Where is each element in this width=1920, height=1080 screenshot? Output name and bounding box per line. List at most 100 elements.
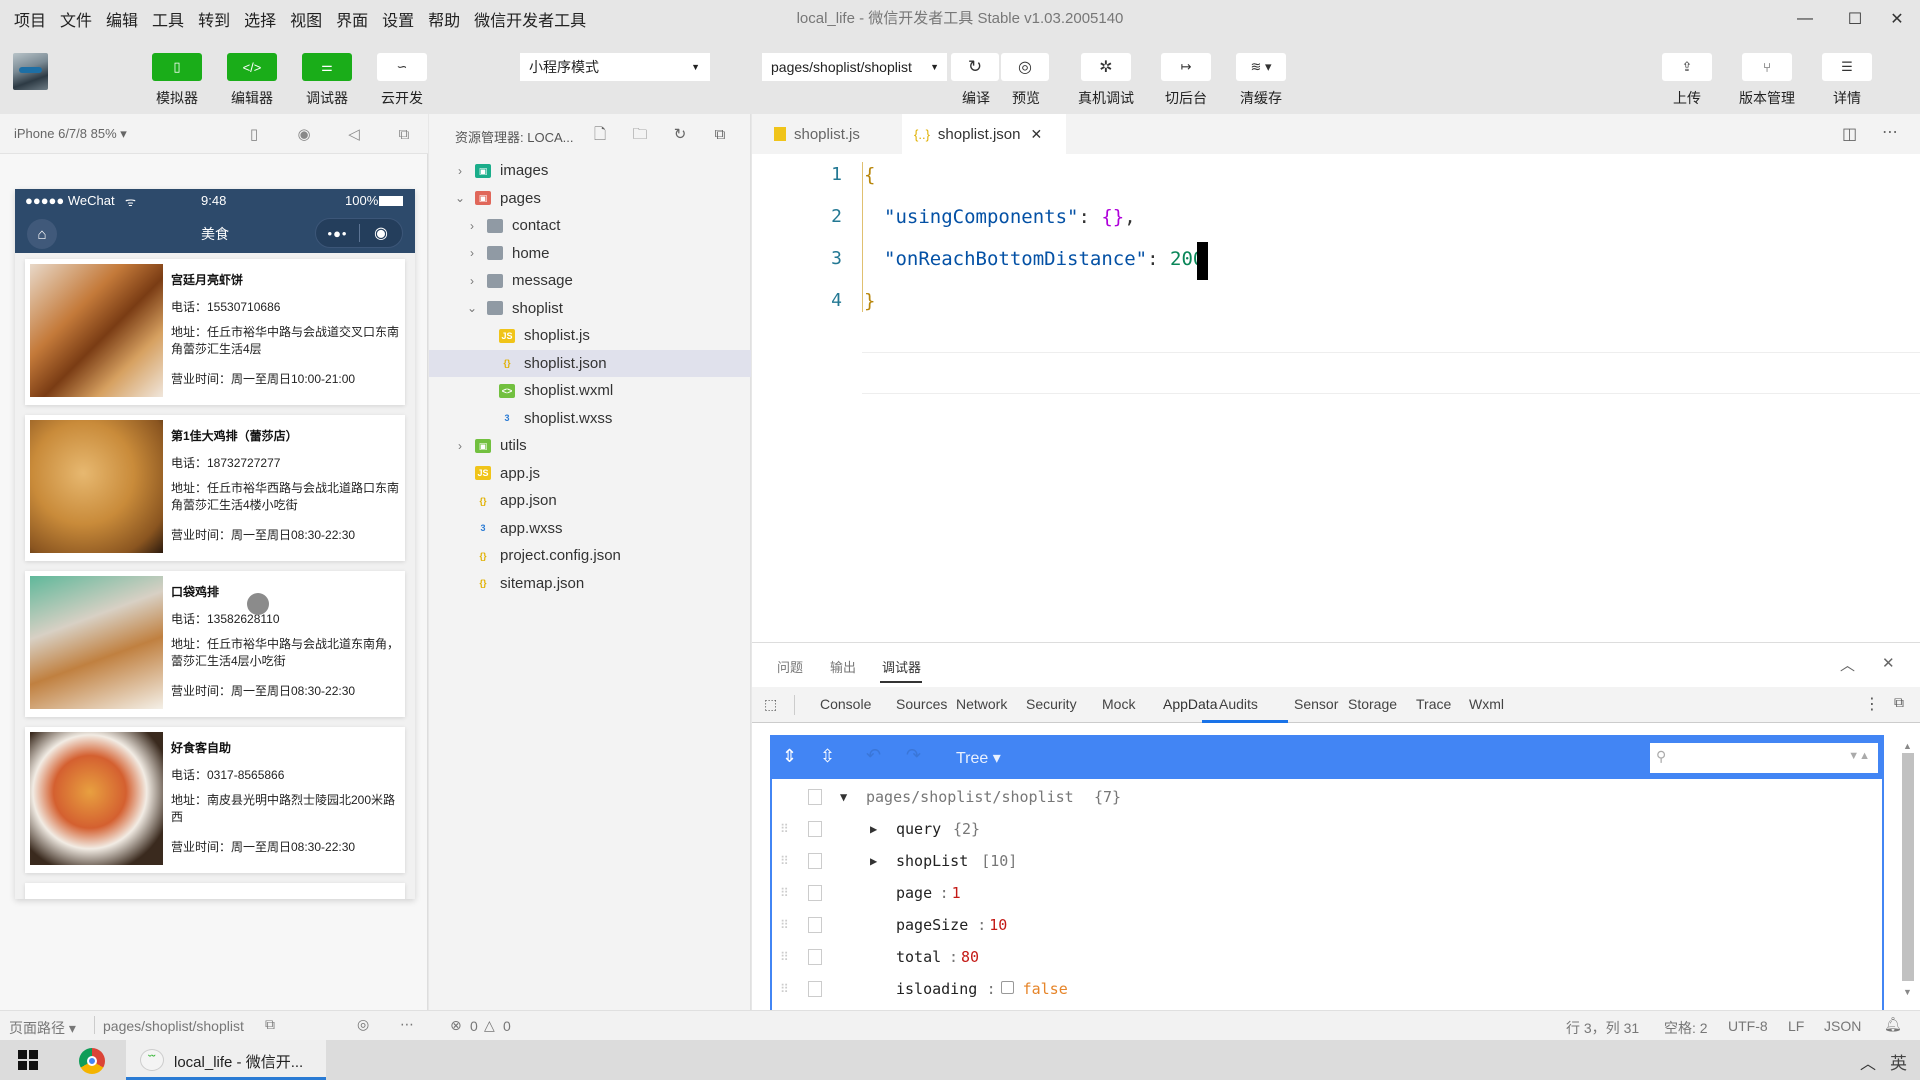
scroll-down-icon[interactable]: ▼ — [1903, 987, 1912, 997]
row-checkbox[interactable] — [808, 789, 822, 805]
devtools-tab-console[interactable]: Console — [820, 696, 871, 712]
appdata-row-total[interactable]: ⠿ total :80 — [772, 941, 1882, 973]
menu-item[interactable]: 设置 — [382, 7, 414, 31]
appdata-search-input[interactable] — [1678, 747, 1818, 769]
tray-expand-icon[interactable]: ︿ — [1860, 1050, 1876, 1074]
tab-debugger[interactable]: 调试器 — [882, 657, 921, 676]
row-checkbox[interactable] — [808, 981, 822, 997]
boolean-checkbox[interactable] — [1000, 981, 1014, 994]
error-icon[interactable]: ⊗ — [450, 1017, 462, 1034]
close-panel-icon[interactable]: ✕ — [1882, 654, 1895, 672]
tree-mode-select[interactable]: Tree ▾ — [956, 748, 1001, 768]
menu-item[interactable]: 帮助 — [428, 7, 460, 31]
devtools-tab-mock[interactable]: Mock — [1102, 696, 1135, 712]
menu-item[interactable]: 项目 — [14, 7, 46, 31]
undock-icon[interactable]: ⧉ — [1894, 694, 1904, 711]
warning-icon[interactable]: △ — [484, 1017, 495, 1034]
shop-card[interactable]: 好食客自助 电话：0317-8565866 地址：南皮县光明中路烈士陵园北200… — [25, 727, 405, 873]
drag-handle-icon[interactable]: ⠿ — [780, 886, 789, 900]
appdata-value[interactable]: 10 — [989, 916, 1007, 934]
upload-button[interactable]: ⇪ — [1662, 53, 1712, 81]
more-icon[interactable]: ⋯ — [400, 1016, 414, 1033]
appdata-root-row[interactable]: ▼ pages/shoplist/shoplist {7} — [772, 781, 1882, 813]
devtools-tab-network[interactable]: Network — [956, 696, 1007, 712]
tree-item-shoplist-js[interactable]: JS shoplist.js — [429, 322, 751, 349]
page-path-select[interactable]: 页面路径 ▾ — [9, 1018, 76, 1038]
menu-item[interactable]: 编辑 — [106, 7, 138, 31]
volume-icon[interactable]: ◁ — [344, 125, 364, 145]
devtools-tab-sensor[interactable]: Sensor — [1294, 696, 1338, 712]
collapse-all-icon[interactable]: ⧉ — [709, 124, 731, 146]
row-checkbox[interactable] — [808, 821, 822, 837]
appdata-search[interactable]: ⚲ ▼▲ — [1650, 743, 1878, 773]
drag-handle-icon[interactable]: ⠿ — [780, 982, 789, 996]
close-tab-icon[interactable]: ✕ — [1030, 126, 1042, 143]
maximize-button[interactable]: ☐ — [1832, 0, 1878, 38]
eye-icon[interactable]: ◎ — [357, 1016, 369, 1033]
editor-toggle[interactable]: </> — [227, 53, 277, 81]
device-rotate-icon[interactable]: ▯ — [244, 125, 264, 145]
expand-triangle-icon[interactable]: ▼ — [840, 790, 847, 804]
details-button[interactable]: ☰ — [1822, 53, 1872, 81]
tree-item-app-js[interactable]: JS app.js — [429, 460, 751, 487]
expand-triangle-icon[interactable]: ▶ — [870, 822, 877, 836]
compile-button[interactable]: ↻ — [951, 53, 999, 81]
tree-item-pages[interactable]: ⌄ ▣ pages — [429, 185, 751, 212]
tree-item-message[interactable]: › message — [429, 267, 751, 294]
cloud-button[interactable]: ∽ — [377, 53, 427, 81]
close-miniprogram-icon[interactable]: ◉ — [360, 223, 402, 243]
devtools-tab-sources[interactable]: Sources — [896, 696, 947, 712]
drag-handle-icon[interactable]: ⠿ — [780, 918, 789, 932]
refresh-icon[interactable]: ↻ — [669, 124, 691, 146]
devtools-tab-audits[interactable]: Audits — [1219, 696, 1258, 712]
shop-card[interactable]: 宫廷月亮虾饼 电话：15530710686 地址：任丘市裕华中路与会战道交叉口东… — [25, 259, 405, 405]
tab-problems[interactable]: 问题 — [777, 657, 803, 676]
row-checkbox[interactable] — [808, 917, 822, 933]
devtools-tab-trace[interactable]: Trace — [1416, 696, 1451, 712]
simulator-toggle[interactable]: ▯ — [152, 53, 202, 81]
menu-item[interactable]: 文件 — [60, 7, 92, 31]
tree-item-shoplist[interactable]: ⌄ shoplist — [429, 295, 751, 322]
avatar[interactable] — [13, 53, 48, 90]
more-actions-icon[interactable]: ⋯ — [1882, 122, 1898, 142]
expand-all-icon[interactable]: ⇕ — [782, 746, 797, 767]
search-prev-next-icon[interactable]: ▼▲ — [1848, 750, 1870, 762]
appdata-scrollbar[interactable]: ▲ ▼ — [1900, 741, 1916, 1001]
background-button[interactable]: ↦ — [1161, 53, 1211, 81]
tab-shoplist-js[interactable]: shoplist.js — [762, 114, 902, 154]
shop-card[interactable] — [25, 883, 405, 899]
record-icon[interactable]: ◉ — [294, 125, 314, 145]
appdata-row-pageSize[interactable]: ⠿ pageSize :10 — [772, 909, 1882, 941]
tree-item-contact[interactable]: › contact — [429, 212, 751, 239]
appdata-row-isloading[interactable]: ⠿ isloading : false — [772, 973, 1882, 1005]
tree-item-app-wxss[interactable]: 3 app.wxss — [429, 515, 751, 542]
chrome-icon[interactable] — [79, 1048, 105, 1074]
shop-card[interactable]: 口袋鸡排 电话：13582628110 地址：任丘市裕华中路与会战北道东南角，蕾… — [25, 571, 405, 717]
row-checkbox[interactable] — [808, 853, 822, 869]
devtools-tab-storage[interactable]: Storage — [1348, 696, 1397, 712]
tab-output[interactable]: 输出 — [830, 657, 856, 676]
encoding[interactable]: UTF-8 — [1728, 1018, 1768, 1034]
drag-handle-icon[interactable]: ⠿ — [780, 950, 789, 964]
row-checkbox[interactable] — [808, 949, 822, 965]
code-editor[interactable]: 1 { 2 "usingComponents": {}, 3 "onReachB… — [752, 154, 1920, 642]
tree-item-sitemap-json[interactable]: {} sitemap.json — [429, 570, 751, 597]
tree-item-project-config-json[interactable]: {} project.config.json — [429, 542, 751, 569]
clear-cache-button[interactable]: ≋ ▾ — [1236, 53, 1286, 81]
menu-item[interactable]: 微信开发者工具 — [474, 7, 586, 31]
close-window-button[interactable]: ✕ — [1874, 0, 1920, 38]
tree-item-app-json[interactable]: {} app.json — [429, 487, 751, 514]
bell-icon[interactable]: 🔔︎ — [1884, 1016, 1902, 1033]
split-editor-icon[interactable]: ◫ — [1842, 124, 1857, 144]
tree-item-shoplist-wxss[interactable]: 3 shoplist.wxss — [429, 405, 751, 432]
shop-list[interactable]: 宫廷月亮虾饼 电话：15530710686 地址：任丘市裕华中路与会战道交叉口东… — [15, 253, 415, 899]
ime-indicator[interactable]: 英 — [1890, 1049, 1907, 1074]
copy-icon[interactable]: ⧉ — [265, 1016, 275, 1033]
tab-shoplist-json[interactable]: {..} shoplist.json ✕ — [902, 114, 1066, 154]
appdata-row-page[interactable]: ⠿ page :1 — [772, 877, 1882, 909]
indent-setting[interactable]: 空格: 2 — [1664, 1018, 1708, 1038]
devtools-tab-wxml[interactable]: Wxml — [1469, 696, 1504, 712]
device-select[interactable]: iPhone 6/7/8 85% ▾ — [14, 126, 127, 142]
taskbar-app-wechat-devtools[interactable]: ˘˘ local_life - 微信开... — [126, 1040, 326, 1080]
new-file-icon[interactable]: 🗋 — [589, 124, 611, 146]
